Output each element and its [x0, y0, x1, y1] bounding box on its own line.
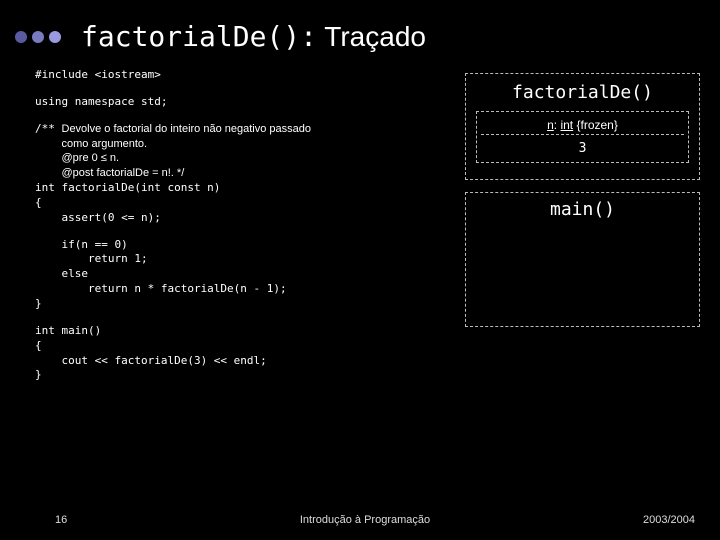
code-column: #include <iostream> using namespace std;… — [35, 68, 435, 383]
slide-footer: 16 Introdução à Programação 2003/2004 — [0, 514, 720, 526]
var-name: n — [547, 118, 554, 132]
variable-box: n: int {frozen} 3 — [476, 111, 689, 163]
dot-icon — [15, 31, 27, 43]
stack-frame-main: main() — [465, 192, 700, 327]
dot-icon — [32, 31, 44, 43]
variable-value: 3 — [481, 134, 684, 162]
code-using: using namespace std; — [35, 95, 435, 110]
title-trace: Traçado — [317, 21, 426, 52]
code-include: #include <iostream> — [35, 68, 435, 83]
footer-title: Introdução à Programação — [115, 514, 615, 526]
code-main: int main() { cout << factorialDe(3) << e… — [35, 324, 435, 383]
doc-comment: /** Devolve o factorial do inteiro não n… — [35, 122, 435, 181]
slide-title: factorialDe(): Traçado — [81, 20, 426, 53]
doc-line: @post factorialDe = n!. */ — [62, 166, 312, 181]
doc-line: @pre 0 ≤ n. — [62, 151, 312, 166]
doc-line: Devolve o factorial do inteiro não negat… — [62, 122, 312, 137]
slide-content: #include <iostream> using namespace std;… — [0, 68, 720, 383]
variable-label: n: int {frozen} — [481, 118, 684, 132]
dot-icon — [49, 31, 61, 43]
code-signature: int factorialDe(int const n) { assert(0 … — [35, 181, 435, 226]
var-type: int — [560, 118, 573, 132]
var-qualifier: {frozen} — [577, 118, 618, 132]
slide-number: 16 — [55, 514, 115, 526]
code-body: if(n == 0) return 1; else return n * fac… — [35, 238, 435, 312]
doc-line: como argumento. — [62, 137, 312, 152]
slide-header: factorialDe(): Traçado — [0, 0, 720, 68]
frame-title: factorialDe() — [472, 82, 693, 103]
doc-lead: /** — [35, 122, 62, 181]
logo-dots — [15, 31, 61, 43]
frame-title: main() — [472, 199, 693, 220]
stack-column: factorialDe() n: int {frozen} 3 main() — [435, 68, 700, 383]
footer-year: 2003/2004 — [615, 514, 695, 526]
stack-frame-factorial: factorialDe() n: int {frozen} 3 — [465, 73, 700, 180]
title-code: factorialDe(): — [81, 20, 317, 53]
